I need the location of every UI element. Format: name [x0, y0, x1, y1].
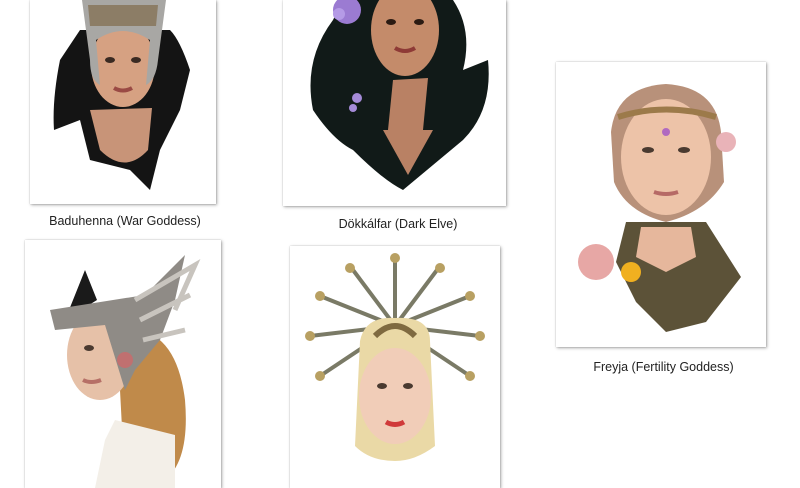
- thumbnail-golden-crown[interactable]: [290, 246, 500, 488]
- file-item-dokkalfar[interactable]: Dökkálfar (Dark Elve): [283, 0, 513, 238]
- winged-helmet-portrait-image: [25, 240, 221, 488]
- file-item-freyja[interactable]: Freyja (Fertility Goddess): [556, 62, 771, 382]
- file-item-winged-helmet[interactable]: [25, 240, 225, 488]
- file-name-dokkalfar: Dökkálfar (Dark Elve): [338, 217, 458, 231]
- file-name-baduhenna: Baduhenna (War Goddess): [49, 214, 201, 228]
- war-goddess-portrait-image: [30, 0, 216, 204]
- thumbnail-freyja[interactable]: [556, 62, 766, 347]
- thumbnail-dokkalfar[interactable]: [283, 0, 506, 206]
- file-item-golden-crown[interactable]: [290, 246, 502, 488]
- dark-elf-portrait-image: [283, 0, 506, 206]
- file-item-baduhenna[interactable]: Baduhenna (War Goddess): [30, 0, 220, 235]
- thumbnail-winged-helmet[interactable]: [25, 240, 221, 488]
- fertility-goddess-portrait-image: [556, 62, 766, 347]
- golden-crown-portrait-image: [290, 246, 500, 488]
- file-name-freyja: Freyja (Fertility Goddess): [593, 360, 734, 374]
- thumbnail-baduhenna[interactable]: [30, 0, 216, 204]
